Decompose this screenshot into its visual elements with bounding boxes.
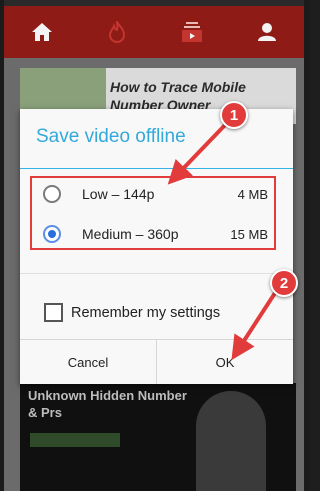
dialog-title: Save video offline	[36, 126, 186, 147]
top-navigation	[4, 6, 304, 58]
options-divider	[20, 273, 293, 274]
remember-settings-checkbox[interactable]	[44, 303, 63, 322]
video-title: Unknown Hidden Number & Prs	[28, 388, 187, 420]
home-tab[interactable]	[22, 12, 62, 52]
thumbnail-person	[196, 391, 266, 491]
subscriptions-icon	[181, 22, 202, 42]
home-icon	[31, 23, 52, 41]
fire-icon	[108, 21, 125, 43]
trending-tab[interactable]	[97, 12, 137, 52]
thumbnail-caption-bar	[30, 433, 120, 447]
ok-button[interactable]: OK	[157, 340, 293, 384]
subscriptions-tab[interactable]	[172, 12, 212, 52]
account-icon	[257, 23, 276, 41]
options-highlight-box	[30, 176, 276, 250]
step-1-badge: 1	[220, 101, 248, 129]
cancel-button[interactable]: Cancel	[20, 340, 156, 384]
step-2-badge: 2	[270, 269, 298, 297]
video-thumbnail[interactable]: Unknown Hidden Number & Prs	[20, 383, 296, 491]
account-tab[interactable]	[247, 12, 287, 52]
remember-settings-label: Remember my settings	[71, 304, 221, 321]
remember-settings-row[interactable]: Remember my settings	[44, 303, 220, 322]
title-divider	[20, 168, 293, 169]
